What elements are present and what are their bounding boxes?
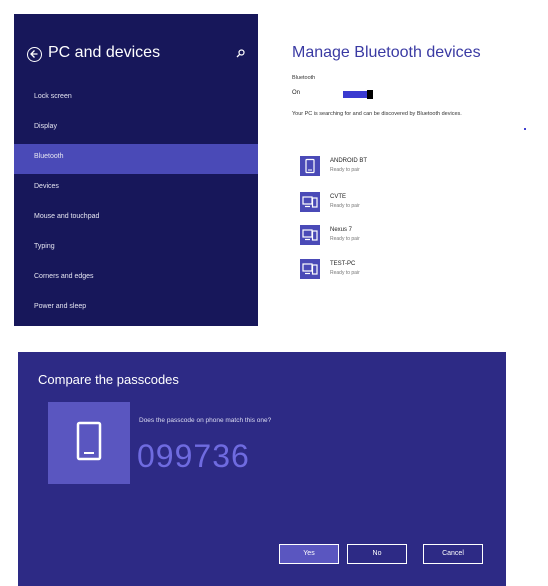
passcode-question: Does the passcode on phone match this on… xyxy=(139,417,272,424)
passcode-dialog: Compare the passcodes Does the passcode … xyxy=(18,352,506,586)
nav-item-label: Power and sleep xyxy=(34,303,87,310)
toggle-thumb[interactable] xyxy=(367,90,373,99)
nav-item-power-sleep[interactable]: Power and sleep xyxy=(14,294,258,324)
device-name: ANDROID BT xyxy=(330,158,368,164)
phone-tile xyxy=(48,402,130,484)
dialog-title: Compare the passcodes xyxy=(38,372,179,387)
device-status: Ready to pair xyxy=(330,167,360,173)
device-status: Ready to pair xyxy=(330,236,360,242)
phone-icon xyxy=(76,421,102,461)
device-name: TEST-PC xyxy=(330,261,356,267)
device-name: Nexus 7 xyxy=(330,227,353,233)
nav-item-label: Devices xyxy=(34,183,59,190)
no-button[interactable]: No xyxy=(347,544,407,564)
nav-item-label: Typing xyxy=(34,243,55,250)
device-tile xyxy=(300,192,320,212)
device-item-android-bt[interactable]: ANDROID BT Ready to pair xyxy=(300,156,500,180)
bluetooth-toggle[interactable] xyxy=(343,90,373,99)
progress-dot xyxy=(524,128,526,130)
nav-item-bluetooth[interactable]: Bluetooth xyxy=(14,144,258,174)
cancel-button[interactable]: Cancel xyxy=(423,544,483,564)
device-item-nexus-7[interactable]: Nexus 7 Ready to pair xyxy=(300,225,500,249)
main-content: Manage Bluetooth devices Bluetooth On Yo… xyxy=(258,14,548,326)
nav-item-devices[interactable]: Devices xyxy=(14,174,258,204)
device-tile xyxy=(300,225,320,245)
nav-item-label: Lock screen xyxy=(34,93,72,100)
device-item-cvte[interactable]: CVTE Ready to pair xyxy=(300,192,500,216)
panel-title: PC and devices xyxy=(48,44,161,61)
nav-item-lock-screen[interactable]: Lock screen xyxy=(14,84,258,114)
searching-message: Your PC is searching for and can be disc… xyxy=(292,111,462,117)
search-icon[interactable] xyxy=(236,49,245,58)
device-status: Ready to pair xyxy=(330,270,360,276)
nav-item-mouse-touchpad[interactable]: Mouse and touchpad xyxy=(14,204,258,234)
toggle-track xyxy=(343,91,368,98)
nav-item-label: Mouse and touchpad xyxy=(34,213,100,220)
computer-icon xyxy=(302,263,318,275)
back-button[interactable] xyxy=(27,47,42,62)
phone-icon xyxy=(305,158,315,174)
device-item-test-pc[interactable]: TEST-PC Ready to pair xyxy=(300,259,500,283)
computer-icon xyxy=(302,196,318,208)
yes-button[interactable]: Yes xyxy=(279,544,339,564)
computer-icon xyxy=(302,229,318,241)
back-arrow-icon xyxy=(30,50,38,58)
sidebar: PC and devices Lock screen Display Bluet… xyxy=(14,14,258,326)
bluetooth-toggle-label: Bluetooth xyxy=(292,75,316,81)
page-title: Manage Bluetooth devices xyxy=(292,44,481,61)
nav-item-typing[interactable]: Typing xyxy=(14,234,258,264)
device-name: CVTE xyxy=(330,194,347,200)
passcode-value: 099736 xyxy=(137,438,250,474)
nav-item-label: Corners and edges xyxy=(34,273,94,280)
nav-item-corners-edges[interactable]: Corners and edges xyxy=(14,264,258,294)
bluetooth-state: On xyxy=(292,90,301,96)
nav-item-label: Bluetooth xyxy=(34,153,64,160)
nav-item-label: Display xyxy=(34,123,57,130)
nav-item-display[interactable]: Display xyxy=(14,114,258,144)
device-tile xyxy=(300,156,320,176)
device-status: Ready to pair xyxy=(330,203,360,209)
device-tile xyxy=(300,259,320,279)
